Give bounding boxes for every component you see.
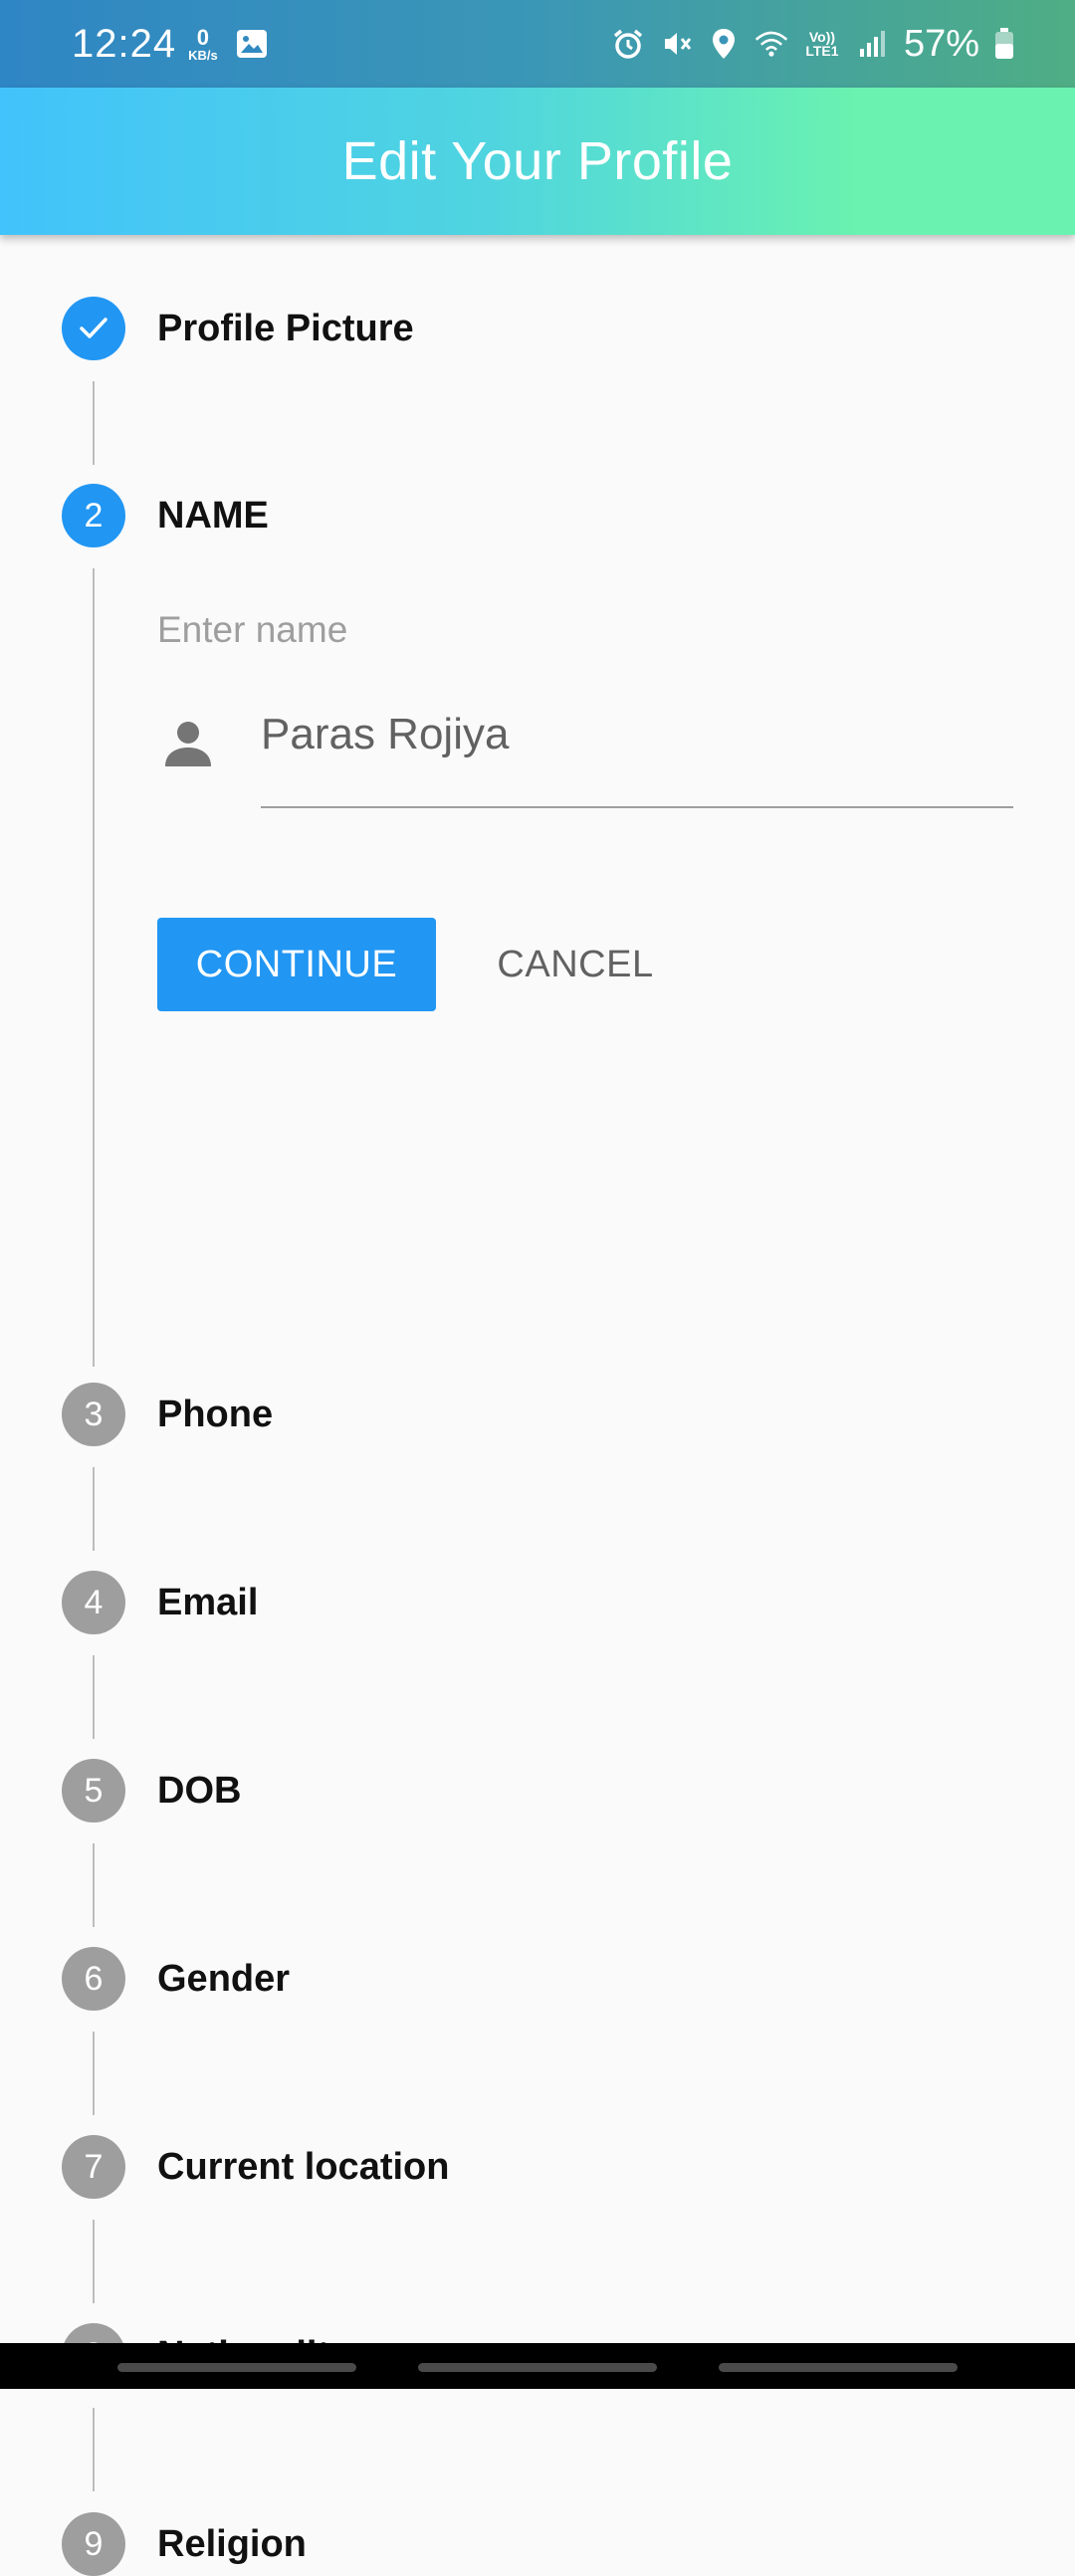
name-input-underline <box>261 806 1013 808</box>
step-5-marker[interactable]: 5 <box>62 1759 125 1823</box>
step-1-complete-marker[interactable] <box>62 297 125 360</box>
step-3-marker[interactable]: 3 <box>62 1383 125 1446</box>
continue-button[interactable]: CONTINUE <box>157 918 436 1011</box>
step-7-marker[interactable]: 7 <box>62 2135 125 2199</box>
cancel-button[interactable]: CANCEL <box>476 918 675 1011</box>
step-connector <box>93 1655 95 1739</box>
step-9-marker[interactable]: 9 <box>62 2512 125 2576</box>
app-bar: Edit Your Profile <box>0 88 1075 235</box>
volte-label-top: Vo)) <box>808 29 836 45</box>
step-7-title[interactable]: Current location <box>157 2135 449 2199</box>
mute-icon <box>659 27 693 61</box>
step-connector <box>93 2032 95 2115</box>
system-nav-bar <box>0 2343 1075 2389</box>
nav-recents-handle[interactable] <box>117 2363 356 2372</box>
step-1-title[interactable]: Profile Picture <box>157 297 414 360</box>
network-speed-value: 0 <box>196 24 210 50</box>
status-bar: 12:24 0 KB/s Vo)) LTE1 57% <box>0 0 1075 88</box>
volte-icon: Vo)) LTE1 <box>802 27 842 61</box>
profile-stepper: Profile Picture 2 NAME Enter name CONTIN… <box>0 235 1075 2576</box>
step-9-title[interactable]: Religion <box>157 2512 307 2576</box>
name-field-label: Enter name <box>157 609 348 650</box>
step-4-title[interactable]: Email <box>157 1571 258 1634</box>
step-connector <box>93 2408 95 2491</box>
step-4-marker[interactable]: 4 <box>62 1571 125 1634</box>
battery-icon <box>993 27 1015 61</box>
gallery-icon <box>236 30 267 58</box>
check-icon <box>80 318 108 338</box>
step-connector <box>93 1467 95 1551</box>
name-input[interactable] <box>261 703 1013 766</box>
volte-label-bottom: LTE1 <box>805 43 839 59</box>
status-time: 12:24 <box>72 21 177 66</box>
person-icon <box>165 722 211 766</box>
page-title: Edit Your Profile <box>341 131 734 191</box>
alarm-icon <box>611 27 645 61</box>
signal-icon <box>856 27 890 61</box>
step-connector <box>93 1843 95 1927</box>
step-2-title[interactable]: NAME <box>157 484 269 547</box>
battery-percent: 57% <box>903 22 979 65</box>
nav-home-handle[interactable] <box>418 2363 657 2372</box>
network-speed-unit: KB/s <box>188 47 218 63</box>
step-6-title[interactable]: Gender <box>157 1947 290 2011</box>
step-connector <box>93 568 95 1367</box>
wifi-icon <box>754 27 788 61</box>
network-speed: 0 KB/s <box>188 24 218 63</box>
step-5-title[interactable]: DOB <box>157 1759 241 1823</box>
step-6-marker[interactable]: 6 <box>62 1947 125 2011</box>
step-connector <box>93 2220 95 2303</box>
step-connector <box>93 381 95 465</box>
step-2-marker[interactable]: 2 <box>62 484 125 547</box>
location-icon <box>707 27 741 61</box>
step-3-title[interactable]: Phone <box>157 1383 273 1446</box>
nav-back-handle[interactable] <box>719 2363 958 2372</box>
